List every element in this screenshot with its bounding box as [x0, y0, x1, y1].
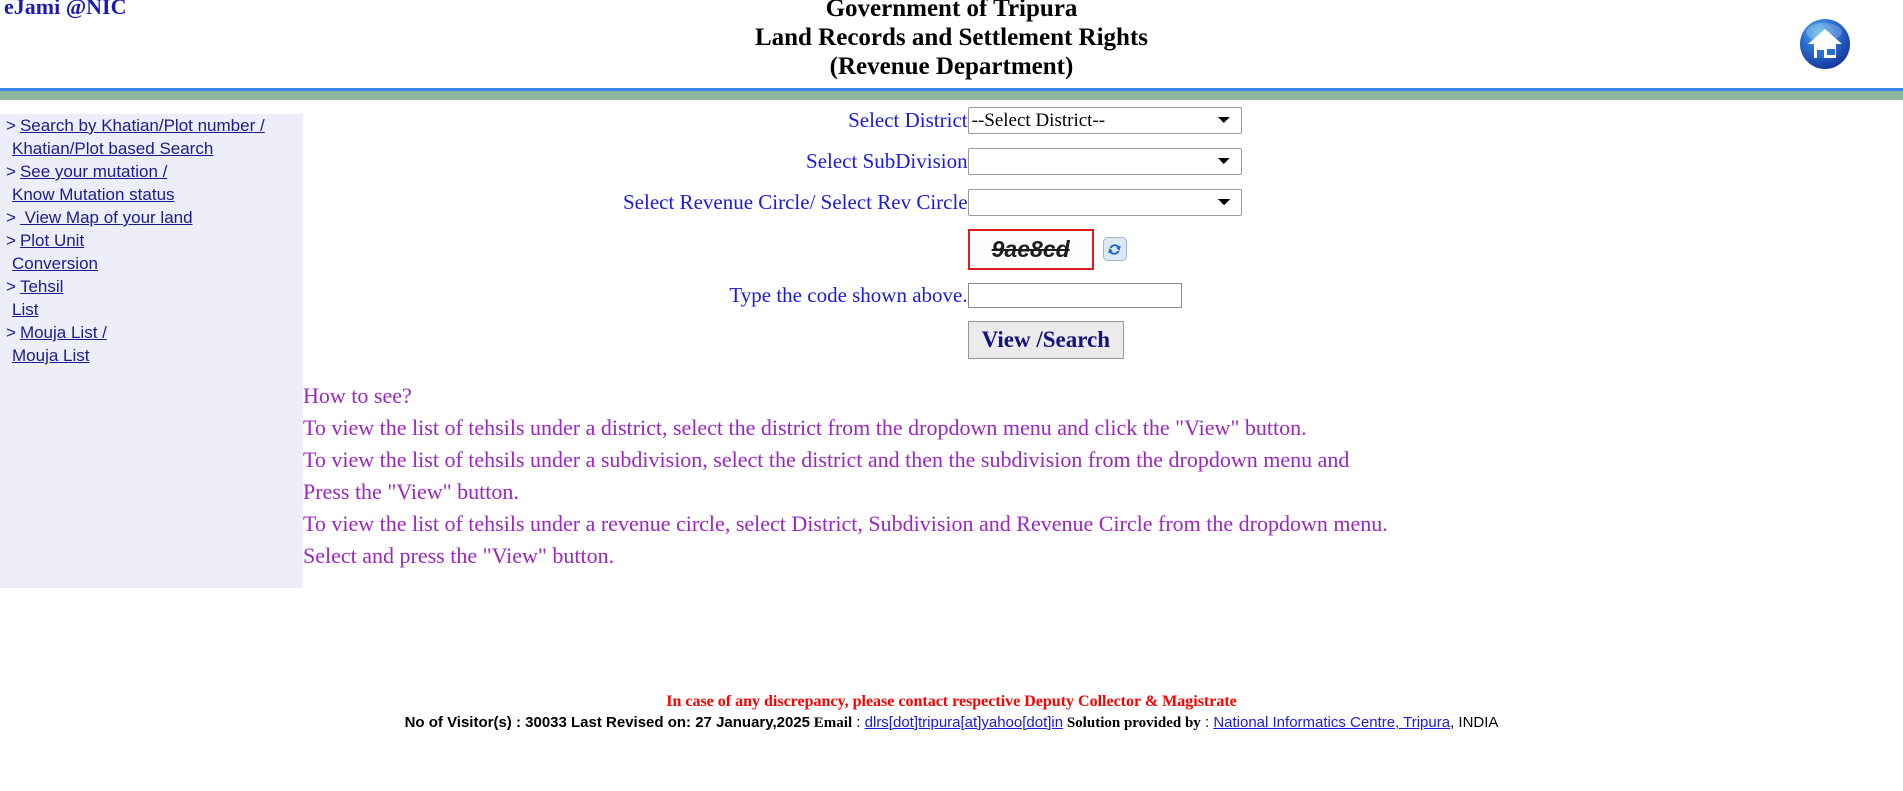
sidebar-item-label-line2: Know Mutation status: [12, 185, 175, 204]
email-link[interactable]: dlrs[dot]tripura[at]yahoo[dot]in: [865, 714, 1063, 731]
search-form: Select District --Select District-- Sele…: [303, 100, 1903, 359]
captcha-row: 9ae8cd: [623, 223, 1242, 275]
page-content: > Search by Khatian/Plot number / Khatian…: [0, 100, 1903, 791]
bullet-arrow-icon: >: [6, 116, 16, 135]
email-separator: :: [856, 714, 861, 731]
submit-row: View /Search: [623, 316, 1242, 359]
title-line-2: Land Records and Settlement Rights: [754, 24, 1149, 51]
instruction-line-5: Select and press the "View" button.: [303, 543, 615, 568]
district-label: Select District: [848, 108, 968, 132]
instruction-line-2: To view the list of tehsils under a subd…: [303, 447, 1350, 472]
page-title: Government of Tripura Land Records and S…: [0, 0, 1903, 81]
solution-separator: :: [1204, 714, 1210, 731]
sidebar-item-label-line2: Khatian/Plot based Search: [12, 139, 214, 158]
code-input-label: Type the code shown above.: [729, 283, 968, 307]
instruction-line-4: To view the list of tehsils under a reve…: [303, 511, 1388, 536]
subdivision-row: Select SubDivision: [623, 141, 1242, 182]
district-select[interactable]: --Select District--: [967, 107, 1242, 134]
revenue-circle-label: Select Revenue Circle/ Select Rev Circle: [623, 190, 968, 214]
refresh-icon[interactable]: [1102, 237, 1127, 261]
captcha-spacer: [623, 223, 968, 275]
discrepancy-notice: In case of any discrepancy, please conta…: [666, 693, 1237, 710]
bullet-arrow-icon: >: [6, 323, 16, 342]
sidebar-item-mutation-status[interactable]: > See your mutation / Know Mutation statu…: [0, 160, 303, 206]
bullet-arrow-icon: >: [6, 208, 16, 227]
sidebar-item-label: Tehsil: [19, 277, 64, 296]
bullet-arrow-icon: >: [6, 162, 16, 181]
captcha-image: 9ae8cd: [967, 228, 1094, 270]
sidebar-item-label-line2: Mouja List: [12, 346, 90, 365]
sidebar-item-label-line2: List: [12, 300, 39, 319]
sidebar-item-label: Plot Unit: [19, 231, 85, 250]
sidebar-item-label: Search by Khatian/Plot number /: [19, 116, 265, 135]
bullet-arrow-icon: >: [6, 231, 16, 250]
title-line-1: Government of Tripura: [825, 0, 1078, 22]
solution-label: Solution provided by: [1066, 715, 1201, 731]
submit-spacer: [623, 316, 968, 359]
district-row: Select District --Select District--: [623, 100, 1242, 141]
instruction-line-3: Press the "View" button.: [303, 479, 519, 504]
nic-link[interactable]: National Informatics Centre, Tripura: [1213, 714, 1450, 731]
sidebar-item-label: Mouja List /: [19, 323, 107, 342]
captcha-code-text: 9ae8cd: [991, 235, 1070, 262]
view-search-button[interactable]: View /Search: [967, 321, 1125, 359]
footer-info-line: No of Visitor(s) : 30033 Last Revised on…: [0, 712, 1903, 734]
sidebar-item-label-line2: Conversion: [12, 254, 98, 273]
code-input-row: Type the code shown above.: [623, 275, 1242, 316]
captcha-input[interactable]: [967, 283, 1182, 308]
revenue-circle-row: Select Revenue Circle/ Select Rev Circle: [623, 182, 1242, 223]
subdivision-label: Select SubDivision: [806, 149, 968, 173]
visitor-count-text: No of Visitor(s) : 30033 Last Revised on…: [404, 714, 811, 731]
email-label: Email: [813, 715, 853, 731]
instructions-block: How to see? To view the list of tehsils …: [303, 380, 1388, 572]
title-line-3: (Revenue Department): [829, 53, 1074, 80]
sidebar-item-view-map[interactable]: > View Map of your land: [0, 206, 303, 229]
page-header: eJami @NIC Government of Tripura Land Re…: [0, 0, 1903, 100]
sidebar: > Search by Khatian/Plot number / Khatian…: [0, 114, 303, 588]
sidebar-item-plot-unit-conversion[interactable]: > Plot Unit Conversion: [0, 229, 303, 275]
instruction-line-1: To view the list of tehsils under a dist…: [303, 415, 1307, 440]
instruction-line-0: How to see?: [303, 383, 412, 408]
bullet-arrow-icon: >: [6, 277, 16, 296]
revenue-circle-select[interactable]: [967, 189, 1242, 216]
subdivision-select[interactable]: [967, 148, 1242, 175]
header-divider: [0, 88, 1903, 100]
sidebar-item-label: See your mutation /: [19, 162, 168, 181]
divider-green-bar: [0, 91, 1903, 100]
home-icon[interactable]: [1797, 16, 1853, 72]
captcha-group: 9ae8cd: [967, 228, 1242, 270]
sidebar-item-tehsil-list[interactable]: > Tehsil List: [0, 275, 303, 321]
sidebar-item-khatian-plot-search[interactable]: > Search by Khatian/Plot number / Khatian…: [0, 114, 303, 160]
form-table: Select District --Select District-- Sele…: [623, 100, 1242, 359]
sidebar-item-label: View Map of your land: [19, 208, 193, 227]
page-footer: In case of any discrepancy, please conta…: [0, 692, 1903, 734]
sidebar-item-mouja-list[interactable]: > Mouja List / Mouja List: [0, 321, 303, 367]
country-text: , INDIA: [1450, 714, 1499, 731]
